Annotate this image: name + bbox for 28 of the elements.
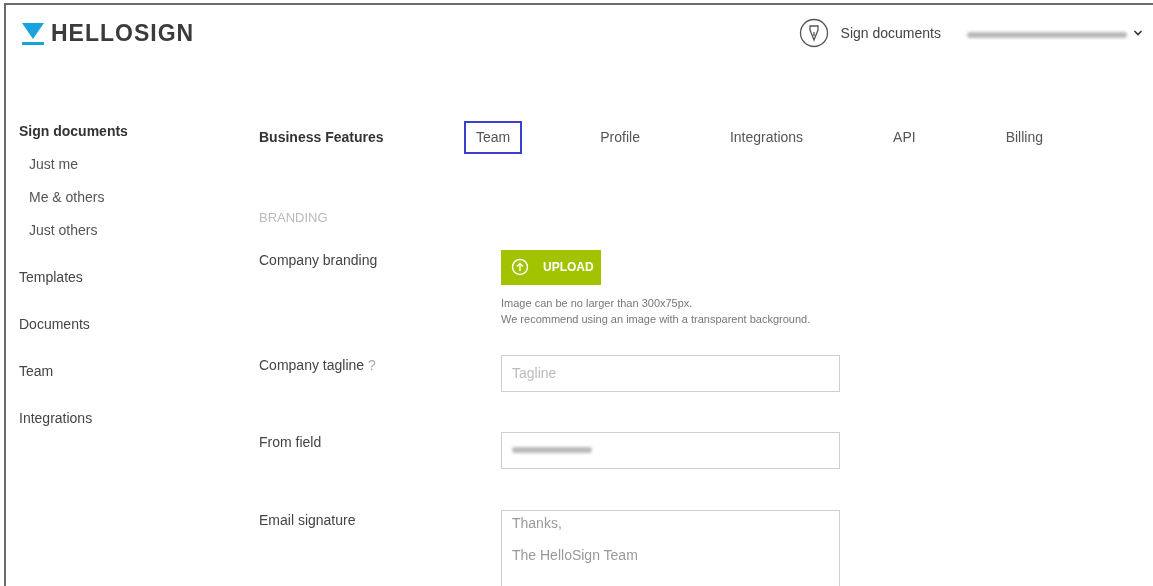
tab[interactable]: Team — [464, 121, 523, 154]
sidebar-subitem[interactable]: Just me — [19, 154, 259, 175]
sidebar-item[interactable]: Integrations — [19, 410, 93, 426]
tab[interactable]: API — [881, 121, 928, 154]
section-title: BRANDING — [259, 209, 329, 227]
pen-nib-icon[interactable] — [798, 18, 829, 48]
sign-documents-link[interactable]: Sign documents — [840, 22, 941, 44]
sidebar-item[interactable]: Team — [19, 363, 54, 379]
chevron-down-icon[interactable] — [1133, 29, 1143, 37]
hint-text: Image can be no larger than 300x75px. — [501, 295, 694, 311]
field-label: From field — [259, 433, 322, 450]
sidebar-item[interactable]: Sign documents — [19, 123, 128, 139]
field-label: Company branding — [259, 251, 378, 268]
text-field[interactable]: Tagline — [501, 354, 840, 392]
sidebar-subitem[interactable]: Just others — [19, 220, 259, 241]
tab[interactable]: Billing — [993, 121, 1056, 154]
field-label: Company tagline — [259, 356, 365, 373]
sidebar-subitem[interactable]: Me & others — [19, 187, 259, 208]
section-heading: Business Features — [259, 128, 385, 147]
sidebar-item[interactable]: Documents — [19, 316, 90, 332]
field-label: Email signature — [259, 511, 356, 528]
logo-text: HELLOSIGN — [51, 18, 195, 48]
text-field[interactable] — [501, 431, 840, 469]
tab[interactable]: Integrations — [717, 121, 816, 154]
sidebar-item[interactable]: Templates — [19, 269, 83, 285]
hint-text: We recommend using an image with a transparent background. — [501, 311, 811, 327]
logo-icon — [21, 21, 45, 45]
tab[interactable]: Profile — [588, 121, 652, 154]
